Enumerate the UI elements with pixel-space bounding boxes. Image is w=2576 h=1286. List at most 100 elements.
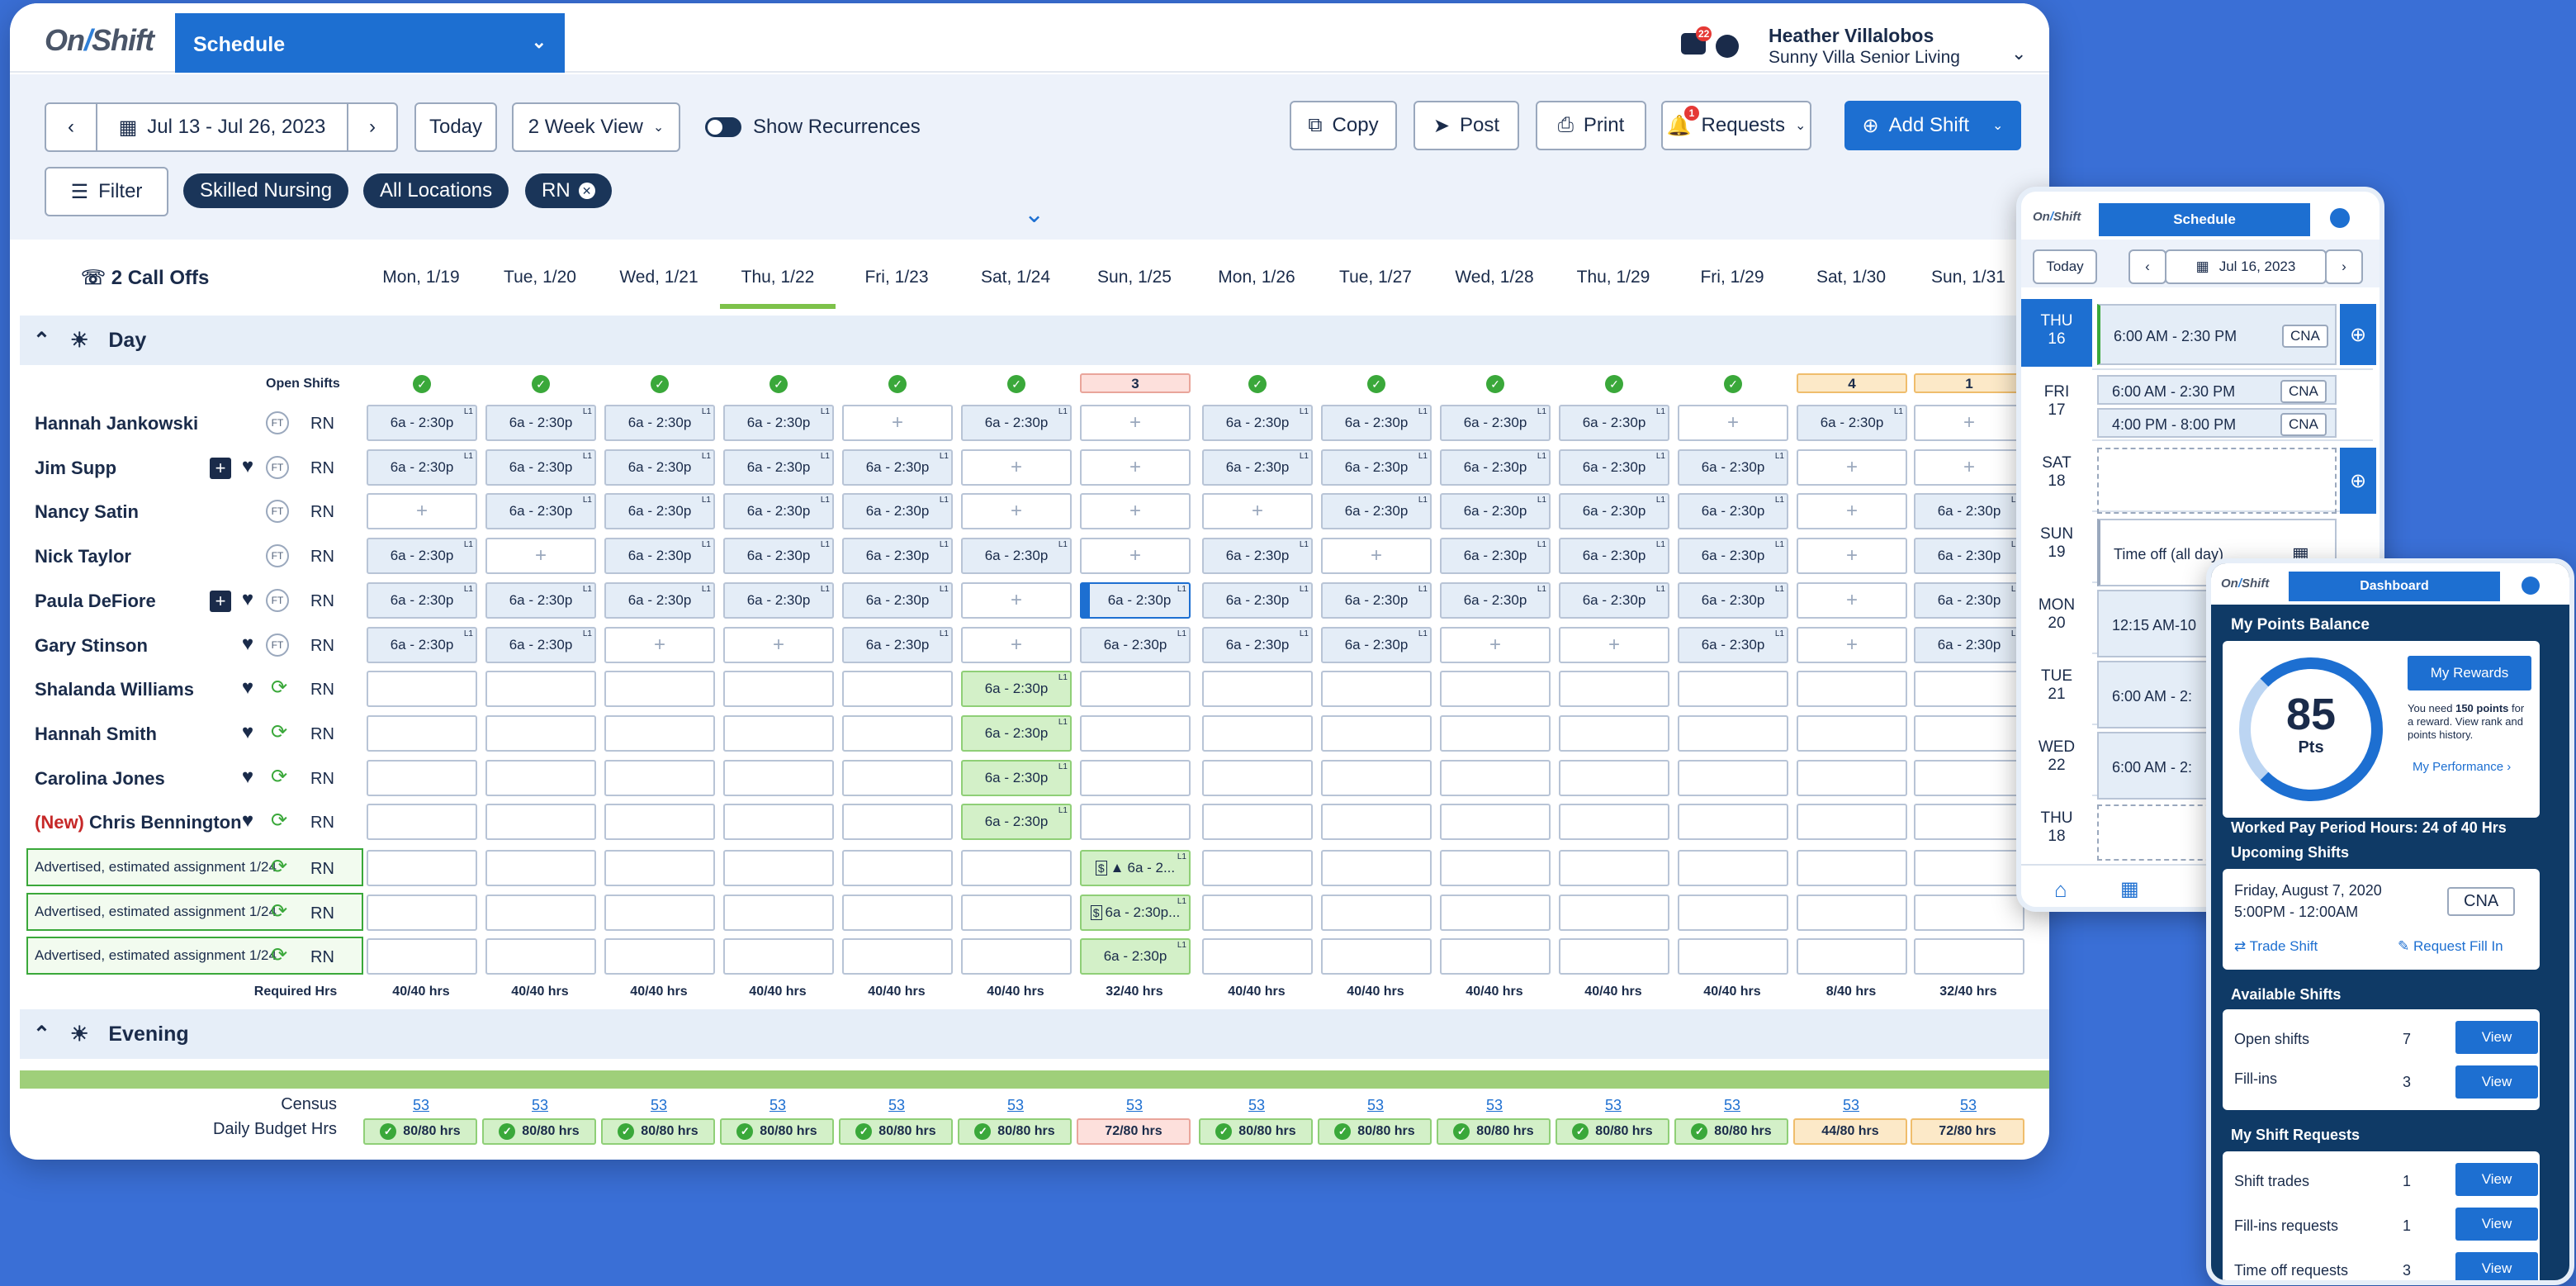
shift-cell[interactable]: 6a - 2:30pL1 bbox=[1559, 405, 1669, 441]
open-shift-cell[interactable]: 6a - 2:30p L1 bbox=[961, 804, 1072, 841]
home-icon[interactable]: ⌂ bbox=[2054, 877, 2067, 903]
add-shift-cell[interactable]: + bbox=[1797, 626, 1907, 663]
empty-cell[interactable] bbox=[961, 894, 1072, 931]
day-section-header[interactable]: ⌃ ☀ Day bbox=[20, 316, 2049, 365]
empty-cell[interactable] bbox=[1321, 938, 1432, 975]
day-column-header[interactable]: Tue, 1/27 bbox=[1318, 268, 1433, 287]
onshift-logo[interactable]: On/Shift bbox=[45, 23, 154, 58]
shift-cell[interactable]: 6a - 2:30pL1 bbox=[1202, 448, 1313, 486]
empty-cell[interactable] bbox=[485, 671, 596, 708]
staff-name[interactable]: Gary Stinson bbox=[35, 635, 148, 657]
filter-pill[interactable]: Skilled Nursing bbox=[183, 173, 349, 208]
add-shift-cell[interactable]: + bbox=[842, 405, 953, 441]
shift-cell[interactable]: 6a - 2:30pL1 bbox=[723, 405, 834, 441]
day-label[interactable]: TUE 21 bbox=[2021, 654, 2092, 722]
day-column-header[interactable]: Thu, 1/22 bbox=[720, 268, 836, 309]
requests-button[interactable]: 🔔 Requests ⌄ bbox=[1661, 101, 1811, 150]
shift-cell[interactable]: 6a - 2:30pL1 bbox=[1914, 581, 2024, 619]
empty-cell[interactable] bbox=[604, 938, 715, 975]
empty-cell[interactable] bbox=[1440, 850, 1551, 886]
add-shift-cell[interactable]: + bbox=[1914, 405, 2024, 441]
staff-name[interactable]: Jim Supp bbox=[35, 458, 116, 479]
shift-cell[interactable]: 6a - 2:30pL1 bbox=[1559, 448, 1669, 486]
shift-cell[interactable]: 6a - 2:30pL1 bbox=[1321, 493, 1432, 530]
shift-cell[interactable]: 6a - 2:30pL1 bbox=[367, 405, 477, 441]
view-time-off-requests-button[interactable]: View bbox=[2455, 1252, 2538, 1280]
add-shift-cell[interactable]: + bbox=[961, 626, 1072, 663]
empty-cell[interactable] bbox=[1202, 671, 1313, 708]
empty-day-slot[interactable] bbox=[2097, 448, 2337, 514]
empty-cell[interactable] bbox=[961, 850, 1072, 886]
empty-cell[interactable] bbox=[1321, 894, 1432, 931]
add-shift-button[interactable]: ⊕ Add Shift ⌄ bbox=[1844, 101, 2021, 150]
day-label[interactable]: THU 18 bbox=[2021, 796, 2092, 864]
census-link[interactable]: 53 bbox=[1674, 1097, 1790, 1114]
empty-cell[interactable] bbox=[842, 938, 953, 975]
shift-cell[interactable]: 6a - 2:30pL1 bbox=[842, 493, 953, 530]
add-shift-cell[interactable]: + bbox=[1797, 581, 1907, 619]
add-shift-cell[interactable]: + bbox=[1080, 493, 1191, 530]
empty-cell[interactable] bbox=[1080, 804, 1191, 841]
staff-name[interactable]: Nick Taylor bbox=[35, 546, 131, 567]
shift-cell[interactable]: 6a - 2:30pL1 bbox=[842, 448, 953, 486]
day-column-header[interactable]: Fri, 1/23 bbox=[839, 268, 954, 287]
view-fill-ins-button[interactable]: View bbox=[2455, 1065, 2538, 1099]
empty-cell[interactable] bbox=[604, 804, 715, 841]
shift-cell[interactable]: 6a - 2:30pL1 bbox=[1797, 405, 1907, 441]
empty-cell[interactable] bbox=[485, 714, 596, 752]
empty-cell[interactable] bbox=[1678, 759, 1788, 796]
print-button[interactable]: ⎙ Print bbox=[1536, 101, 1646, 150]
open-shift-cell[interactable]: 6a - 2:30p L1 bbox=[961, 759, 1072, 796]
filter-pill[interactable]: All Locations bbox=[363, 173, 509, 208]
census-link[interactable]: 53 bbox=[720, 1097, 836, 1114]
shift-cell[interactable]: 6a - 2:30pL1 bbox=[1678, 626, 1788, 663]
empty-cell[interactable] bbox=[1440, 714, 1551, 752]
today-button[interactable]: Today bbox=[2033, 249, 2097, 284]
empty-cell[interactable] bbox=[1559, 714, 1669, 752]
census-link[interactable]: 53 bbox=[1318, 1097, 1433, 1114]
add-shift-cell[interactable]: + bbox=[1914, 448, 2024, 486]
empty-cell[interactable] bbox=[1202, 894, 1313, 931]
empty-cell[interactable] bbox=[842, 850, 953, 886]
empty-cell[interactable] bbox=[1678, 894, 1788, 931]
empty-cell[interactable] bbox=[1678, 671, 1788, 708]
empty-cell[interactable] bbox=[1202, 759, 1313, 796]
empty-cell[interactable] bbox=[1678, 714, 1788, 752]
census-link[interactable]: 53 bbox=[1556, 1097, 1671, 1114]
empty-cell[interactable] bbox=[1914, 671, 2024, 708]
recurrences-toggle[interactable] bbox=[705, 117, 741, 137]
shift-cell[interactable]: 6a - 2:30pL1 bbox=[961, 405, 1072, 441]
census-link[interactable]: 53 bbox=[839, 1097, 954, 1114]
empty-cell[interactable] bbox=[1440, 671, 1551, 708]
shift-cell[interactable]: 6a - 2:30pL1 bbox=[367, 581, 477, 619]
shift-cell[interactable]: 6a - 2:30pL1 bbox=[1080, 626, 1191, 663]
empty-cell[interactable] bbox=[1202, 938, 1313, 975]
shift-card[interactable]: 6:00 AM - 2:30 PM CNA bbox=[2097, 304, 2337, 365]
shift-cell[interactable]: 6a - 2:30pL1 bbox=[485, 405, 596, 441]
census-link[interactable]: 53 bbox=[958, 1097, 1073, 1114]
view-select[interactable]: 2 Week View ⌄ bbox=[512, 102, 680, 152]
empty-cell[interactable] bbox=[1797, 850, 1907, 886]
shift-cell[interactable]: 6a - 2:30pL1 bbox=[604, 493, 715, 530]
add-staff-shift-icon[interactable]: + bbox=[210, 457, 231, 479]
staff-name[interactable]: Carolina Jones bbox=[35, 768, 165, 790]
day-column-header[interactable]: Mon, 1/19 bbox=[363, 268, 479, 287]
add-shift-cell[interactable]: + bbox=[485, 538, 596, 575]
empty-cell[interactable] bbox=[1797, 938, 1907, 975]
module-select[interactable]: Schedule bbox=[2099, 203, 2310, 236]
shift-cell[interactable]: 6a - 2:30pL1 bbox=[1440, 448, 1551, 486]
day-label[interactable]: THU 16 bbox=[2021, 299, 2092, 367]
empty-cell[interactable] bbox=[842, 714, 953, 752]
prev-button[interactable]: ‹ bbox=[2129, 249, 2166, 284]
add-shift-cell[interactable]: + bbox=[1080, 448, 1191, 486]
day-column-header[interactable]: Sun, 1/25 bbox=[1077, 268, 1192, 287]
empty-cell[interactable] bbox=[1321, 759, 1432, 796]
empty-cell[interactable] bbox=[1202, 804, 1313, 841]
shift-cell[interactable]: 6a - 2:30pL1 bbox=[842, 581, 953, 619]
shift-cell[interactable]: 6a - 2:30pL1 bbox=[1559, 493, 1669, 530]
empty-cell[interactable] bbox=[842, 671, 953, 708]
open-shifts-count[interactable]: 3 bbox=[1080, 373, 1191, 393]
empty-cell[interactable] bbox=[723, 894, 834, 931]
empty-cell[interactable] bbox=[367, 759, 477, 796]
empty-cell[interactable] bbox=[842, 759, 953, 796]
